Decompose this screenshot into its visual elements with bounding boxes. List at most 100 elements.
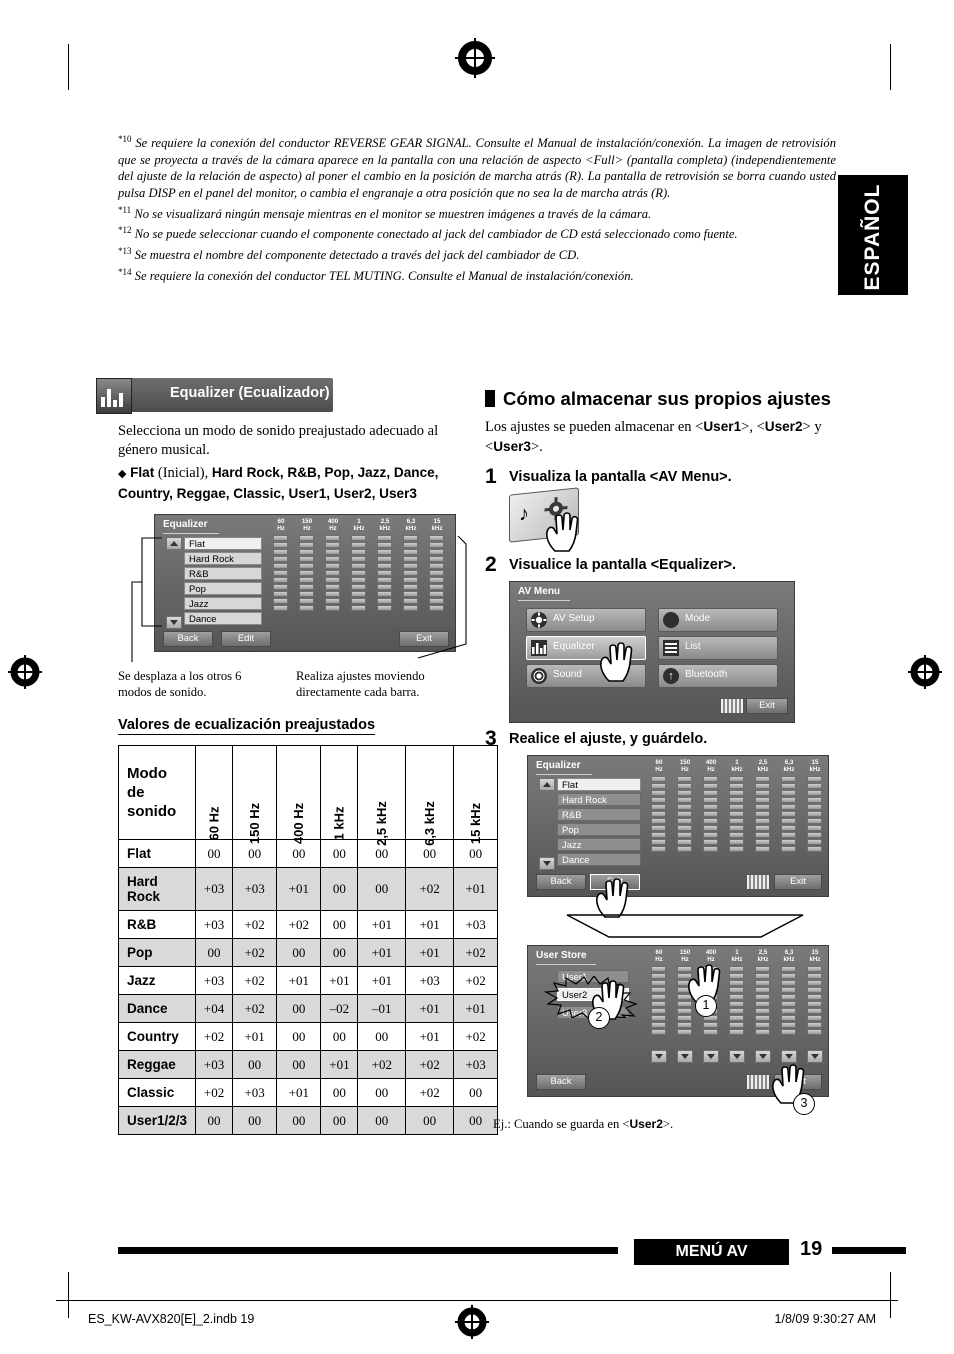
av-menu-grip xyxy=(720,698,744,714)
table-row: Pop 00 +02 00 00 +01 +01 +02 xyxy=(117,938,499,967)
cell: –01 xyxy=(357,994,407,1023)
back-button[interactable]: Back xyxy=(536,874,586,890)
col-header-63khz: 6,3 kHz xyxy=(405,745,455,846)
left-column: Equalizer (Ecualizador) Selecciona un mo… xyxy=(96,378,499,1135)
slider-60hz[interactable] xyxy=(651,776,666,853)
cell: +02 xyxy=(232,910,278,939)
option-initial: (Inicial), xyxy=(157,465,209,481)
footnotes: *10 Se requiere la conexión del conducto… xyxy=(118,131,836,285)
slider-down-150hz[interactable] xyxy=(677,1050,693,1063)
mode-item-flat[interactable]: Flat xyxy=(557,778,641,791)
scroll-up-button[interactable] xyxy=(539,778,555,791)
step-1: 1 Visualiza la pantalla <AV Menu>. xyxy=(485,465,845,488)
slider-1khz[interactable] xyxy=(729,776,744,853)
col-header-60hz: 60 Hz xyxy=(195,745,234,840)
mode-item-dance[interactable]: Dance xyxy=(557,853,641,866)
equalizer-icon-bars xyxy=(101,385,127,407)
av-menu-item-mode[interactable]: Mode xyxy=(658,608,778,632)
intro-part-4: >. xyxy=(530,439,543,455)
cell: 00 xyxy=(320,910,359,939)
av-menu-item-label: List xyxy=(685,641,701,652)
cell: 00 xyxy=(320,938,359,967)
callout-lines xyxy=(131,535,467,662)
mode-item-hardrock[interactable]: Hard Rock xyxy=(557,793,641,806)
footer-section-label: MENÚ AV xyxy=(634,1239,789,1265)
slider-25khz[interactable] xyxy=(755,966,770,1036)
footnote-13-text: Se muestra el nombre del componente dete… xyxy=(134,248,580,263)
table-corner-header: Modo de sonido xyxy=(117,745,197,840)
freq-label-60hz: 60 Hz xyxy=(655,949,663,963)
equalizer-edit-screen: Equalizer Flat Hard Rock R&B Pop Jazz Da… xyxy=(527,755,829,897)
user-store-figure: User Store User1 User2 User3 60 Hz 150 Hz … xyxy=(485,945,845,1115)
freq-label-25khz: 2,5 kHz xyxy=(757,759,769,773)
table-row: User1/2/3 00 00 00 00 00 00 00 xyxy=(117,1106,499,1135)
slider-63khz[interactable] xyxy=(781,776,796,853)
bluetooth-icon: ↑ xyxy=(663,668,679,684)
slider-down-15khz[interactable] xyxy=(807,1050,823,1063)
slider-60hz[interactable] xyxy=(651,966,666,1036)
exit-button[interactable]: Exit xyxy=(774,874,822,890)
row-name: User1/2/3 xyxy=(117,1106,197,1135)
footer-rule-right xyxy=(832,1247,906,1254)
cell: 00 xyxy=(357,867,407,911)
cell: +01 xyxy=(276,1078,322,1107)
av-menu-item-av-setup[interactable]: AV Setup xyxy=(526,608,646,632)
cell: 00 xyxy=(195,839,234,868)
right-column: Cómo almacenar sus propios ajustes Los a… xyxy=(485,388,845,1132)
sound-icon xyxy=(531,668,547,684)
cell: 00 xyxy=(320,1022,359,1051)
scroll-down-button[interactable] xyxy=(539,857,555,870)
mode-item-jazz[interactable]: Jazz xyxy=(557,838,641,851)
slider-25khz[interactable] xyxy=(755,776,770,853)
av-menu-item-list[interactable]: List xyxy=(658,636,778,660)
slider-15khz[interactable] xyxy=(807,966,822,1036)
slider-1khz[interactable] xyxy=(729,966,744,1036)
equalizer-edit-title-rule xyxy=(536,774,592,775)
mode-item-rnb[interactable]: R&B xyxy=(557,808,641,821)
cell: +01 xyxy=(276,966,322,995)
cell: +01 xyxy=(405,994,455,1023)
step-1-number: 1 xyxy=(485,465,497,488)
slider-down-63khz[interactable] xyxy=(781,1050,797,1063)
av-menu-item-bluetooth[interactable]: ↑ Bluetooth xyxy=(658,664,778,688)
equalizer-edit-title: Equalizer xyxy=(536,760,581,771)
row-name: Jazz xyxy=(117,966,197,995)
crop-mark-tr-v xyxy=(890,44,891,90)
footnote-12-mark: *12 xyxy=(118,225,132,236)
slider-down-25khz[interactable] xyxy=(755,1050,771,1063)
footer-rule-left xyxy=(118,1247,618,1254)
footnote-11: *11 No se visualizará ningún mensaje mie… xyxy=(118,202,836,223)
slider-400hz[interactable] xyxy=(703,776,718,853)
cell: 00 xyxy=(276,1050,322,1079)
footer-timestamp: 1/8/09 9:30:27 AM xyxy=(774,1312,876,1326)
slider-150hz[interactable] xyxy=(677,776,692,853)
table-row: Reggae +03 00 00 +01 +02 +02 +03 xyxy=(117,1050,499,1079)
hand-cursor xyxy=(595,641,641,685)
freq-label-400hz: 400 Hz xyxy=(705,759,717,773)
back-button[interactable]: Back xyxy=(536,1074,586,1090)
mode-icon xyxy=(663,612,679,628)
slider-down-400hz[interactable] xyxy=(703,1050,719,1063)
cell: 00 xyxy=(405,1106,455,1135)
slider-down-1khz[interactable] xyxy=(729,1050,745,1063)
table-row: Hard Rock +03 +03 +01 00 00 +02 +01 xyxy=(117,867,499,911)
slider-63khz[interactable] xyxy=(781,966,796,1036)
row-name: R&B xyxy=(117,910,197,939)
av-menu-title-rule xyxy=(518,600,570,601)
table-row: Dance +04 +02 00 –02 –01 +01 +01 xyxy=(117,994,499,1023)
cell: +01 xyxy=(232,1022,278,1051)
slider-down-60hz[interactable] xyxy=(651,1050,667,1063)
cell: +02 xyxy=(232,938,278,967)
equalizer-icon xyxy=(531,640,547,656)
note-icon: ♪ xyxy=(519,502,529,526)
slider-15khz[interactable] xyxy=(807,776,822,853)
footnote-12-text: No se puede seleccionar cuando el compon… xyxy=(134,227,738,242)
av-menu-exit-button[interactable]: Exit xyxy=(746,698,788,714)
store-settings-heading: Cómo almacenar sus propios ajustes xyxy=(485,388,845,410)
footer-filename: ES_KW-AVX820[E]_2.indb 19 xyxy=(88,1312,255,1326)
freq-label-63khz: 6,3 kHz xyxy=(783,949,795,963)
footnote-14-mark: *14 xyxy=(118,266,132,277)
step-1-text: Visualiza la pantalla <AV Menu>. xyxy=(509,469,732,485)
mode-item-pop[interactable]: Pop xyxy=(557,823,641,836)
cell: +01 xyxy=(320,1050,359,1079)
